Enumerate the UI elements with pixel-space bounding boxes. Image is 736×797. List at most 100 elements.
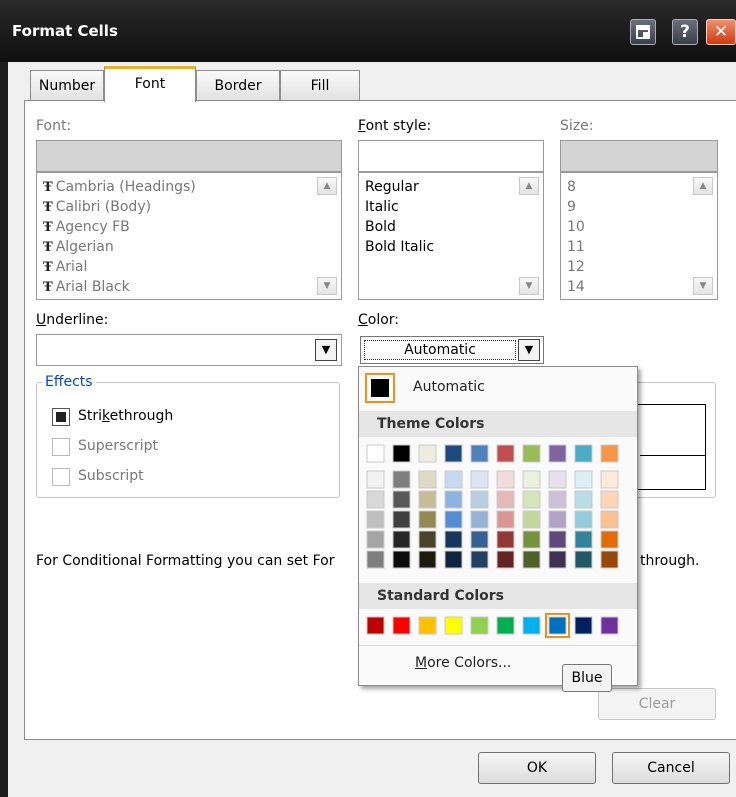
theme-shade-swatch[interactable] — [548, 550, 567, 569]
theme-color-swatch[interactable] — [366, 444, 385, 463]
scroll-up-icon[interactable]: ▲ — [693, 177, 713, 195]
theme-shade-swatch[interactable] — [574, 510, 593, 529]
theme-shade-swatch[interactable] — [496, 470, 515, 489]
standard-color-swatch[interactable] — [496, 616, 515, 635]
subscript-checkbox[interactable] — [52, 468, 70, 486]
standard-color-swatch[interactable] — [548, 616, 567, 635]
size-input[interactable] — [560, 140, 718, 172]
theme-shade-swatch[interactable] — [418, 550, 437, 569]
standard-color-swatch[interactable] — [574, 616, 593, 635]
underline-select[interactable]: ▼ — [36, 334, 342, 366]
list-item[interactable]: 14 — [567, 277, 585, 297]
theme-shade-swatch[interactable] — [548, 470, 567, 489]
ok-button[interactable]: OK — [478, 752, 596, 784]
standard-color-swatch[interactable] — [444, 616, 463, 635]
theme-shade-swatch[interactable] — [522, 510, 541, 529]
close-button[interactable]: ✕ — [706, 19, 736, 45]
theme-shade-swatch[interactable] — [418, 470, 437, 489]
theme-shade-swatch[interactable] — [366, 530, 385, 549]
theme-shade-swatch[interactable] — [574, 530, 593, 549]
theme-shade-swatch[interactable] — [522, 490, 541, 509]
standard-color-swatch[interactable] — [600, 616, 619, 635]
list-item[interactable]: Ŧ Calibri (Body) — [43, 197, 151, 218]
theme-color-swatch[interactable] — [392, 444, 411, 463]
theme-shade-swatch[interactable] — [522, 550, 541, 569]
size-listbox[interactable]: 8 9 10 11 12 14 ▲ ▼ — [560, 172, 718, 300]
theme-shade-swatch[interactable] — [600, 550, 619, 569]
font-style-listbox[interactable]: Regular Italic Bold Bold Italic ▲ ▼ — [358, 172, 544, 300]
chevron-down-icon[interactable]: ▼ — [518, 339, 540, 361]
theme-shade-swatch[interactable] — [574, 470, 593, 489]
theme-shade-swatch[interactable] — [522, 530, 541, 549]
theme-shade-swatch[interactable] — [392, 490, 411, 509]
theme-color-swatch[interactable] — [574, 444, 593, 463]
standard-color-swatch[interactable] — [522, 616, 541, 635]
help-button[interactable]: ? — [672, 19, 698, 45]
scroll-down-icon[interactable]: ▼ — [317, 277, 337, 295]
list-item[interactable]: 10 — [567, 217, 585, 237]
theme-shade-swatch[interactable] — [522, 470, 541, 489]
theme-shade-swatch[interactable] — [366, 470, 385, 489]
theme-shade-swatch[interactable] — [548, 530, 567, 549]
theme-shade-swatch[interactable] — [392, 470, 411, 489]
list-item[interactable]: 12 — [567, 257, 585, 277]
theme-shade-swatch[interactable] — [418, 510, 437, 529]
theme-shade-swatch[interactable] — [600, 530, 619, 549]
scroll-up-icon[interactable]: ▲ — [519, 177, 539, 195]
theme-shade-swatch[interactable] — [470, 510, 489, 529]
theme-color-swatch[interactable] — [496, 444, 515, 463]
color-select[interactable]: Automatic ▼ — [360, 336, 544, 364]
tab-fill[interactable]: Fill — [280, 70, 360, 100]
theme-shade-swatch[interactable] — [366, 490, 385, 509]
theme-shade-swatch[interactable] — [496, 530, 515, 549]
theme-shade-swatch[interactable] — [392, 530, 411, 549]
theme-shade-swatch[interactable] — [470, 470, 489, 489]
clear-button[interactable]: Clear — [598, 688, 716, 720]
theme-shade-swatch[interactable] — [600, 470, 619, 489]
theme-shade-swatch[interactable] — [444, 470, 463, 489]
theme-shade-swatch[interactable] — [392, 550, 411, 569]
list-item[interactable]: Bold — [365, 217, 396, 237]
scroll-up-icon[interactable]: ▲ — [317, 177, 337, 195]
theme-shade-swatch[interactable] — [496, 550, 515, 569]
tab-number[interactable]: Number — [30, 70, 104, 100]
list-item[interactable]: 11 — [567, 237, 585, 257]
standard-color-swatch[interactable] — [418, 616, 437, 635]
theme-color-swatch[interactable] — [522, 444, 541, 463]
theme-shade-swatch[interactable] — [392, 510, 411, 529]
theme-color-swatch[interactable] — [600, 444, 619, 463]
theme-color-swatch[interactable] — [548, 444, 567, 463]
standard-color-swatch[interactable] — [470, 616, 489, 635]
theme-shade-swatch[interactable] — [470, 550, 489, 569]
restore-icon[interactable] — [630, 19, 656, 45]
subscript-label[interactable]: Subscript — [78, 468, 144, 484]
theme-shade-swatch[interactable] — [444, 510, 463, 529]
theme-color-swatch[interactable] — [470, 444, 489, 463]
list-item[interactable]: 8 — [567, 177, 576, 197]
strikethrough-checkbox[interactable] — [52, 408, 70, 426]
font-name-input[interactable] — [36, 140, 342, 172]
standard-color-swatch[interactable] — [366, 616, 385, 635]
theme-shade-swatch[interactable] — [600, 490, 619, 509]
tab-font[interactable]: Font — [104, 66, 196, 102]
list-item[interactable]: Regular — [365, 177, 419, 197]
theme-shade-swatch[interactable] — [548, 490, 567, 509]
list-item[interactable]: Ŧ Arial Black — [43, 277, 130, 298]
theme-shade-swatch[interactable] — [600, 510, 619, 529]
theme-shade-swatch[interactable] — [496, 490, 515, 509]
theme-shade-swatch[interactable] — [418, 530, 437, 549]
strikethrough-label[interactable]: Strikethrough — [78, 408, 173, 424]
superscript-label[interactable]: Superscript — [78, 438, 158, 454]
list-item[interactable]: Ŧ Cambria (Headings) — [43, 177, 196, 198]
theme-shade-swatch[interactable] — [470, 530, 489, 549]
theme-color-swatch[interactable] — [444, 444, 463, 463]
standard-color-swatch[interactable] — [392, 616, 411, 635]
superscript-checkbox[interactable] — [52, 438, 70, 456]
theme-shade-swatch[interactable] — [496, 510, 515, 529]
theme-shade-swatch[interactable] — [470, 490, 489, 509]
scroll-down-icon[interactable]: ▼ — [519, 277, 539, 295]
theme-shade-swatch[interactable] — [418, 490, 437, 509]
automatic-swatch[interactable] — [365, 373, 395, 403]
theme-shade-swatch[interactable] — [548, 510, 567, 529]
list-item[interactable]: Bold Italic — [365, 237, 434, 257]
